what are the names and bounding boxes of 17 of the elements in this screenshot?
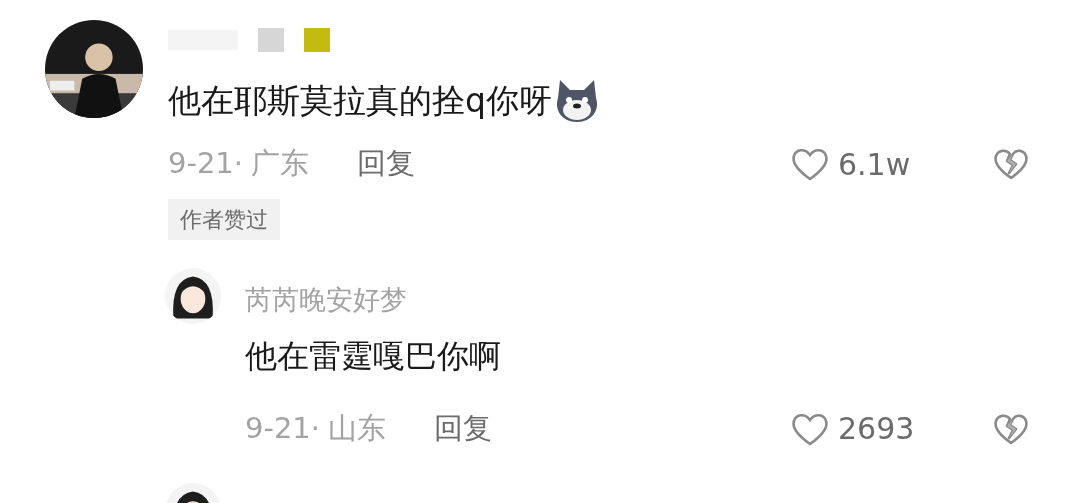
comment-date: 9-21· xyxy=(245,409,321,447)
comment-text: 他在雷霆嘎巴你啊 xyxy=(245,336,502,377)
reply-link[interactable]: 回复 xyxy=(357,142,416,186)
redaction-block xyxy=(258,28,284,52)
like-count: 6.1w xyxy=(838,145,911,184)
comment-date: 9-21· xyxy=(168,145,244,183)
username: 芮芮晚安好梦 xyxy=(245,282,408,317)
comment-text: 他在耶斯莫拉真的拴q你呀 xyxy=(168,80,552,122)
comment-region: 广东 xyxy=(251,145,310,183)
broken-heart-icon[interactable] xyxy=(992,411,1030,446)
like-count: 2693 xyxy=(838,410,915,448)
reply-link[interactable]: 回复 xyxy=(434,406,493,451)
broken-heart-icon[interactable] xyxy=(992,147,1030,181)
redaction-block xyxy=(304,28,330,52)
comment-region: 山东 xyxy=(328,409,387,447)
author-liked-tag: 作者赞过 xyxy=(168,198,280,240)
heart-icon[interactable] xyxy=(790,146,830,182)
